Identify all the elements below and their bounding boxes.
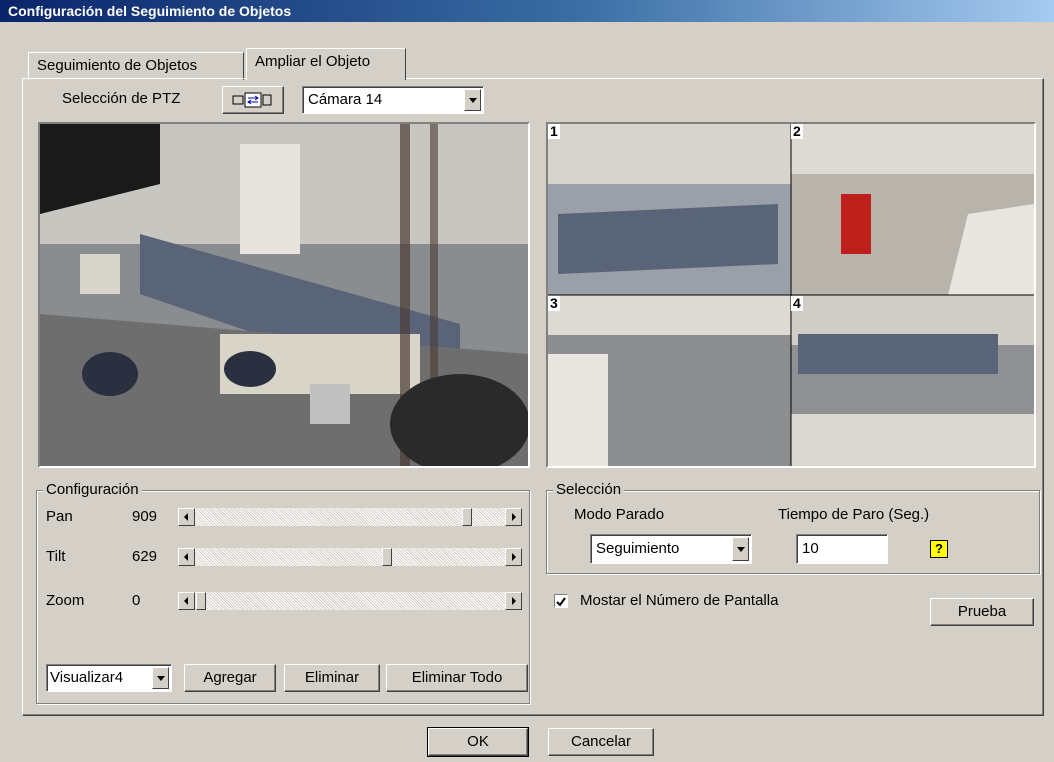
stop-time-label: Tiempo de Paro (Seg.): [778, 506, 930, 523]
quad-number-2: 2: [791, 123, 803, 139]
zoom-slider[interactable]: [178, 592, 522, 610]
ok-button[interactable]: OK: [427, 727, 529, 757]
stop-time-value[interactable]: 10: [802, 535, 819, 563]
stop-time-input[interactable]: 10: [796, 534, 888, 564]
configuration-legend: Configuración: [43, 481, 142, 498]
office-camera-image: [40, 124, 528, 466]
ptz-label: Selección de PTZ: [62, 90, 181, 107]
quad-number-4: 4: [791, 295, 803, 311]
delete-all-button[interactable]: Eliminar Todo: [386, 664, 528, 692]
selection-legend: Selección: [553, 481, 625, 498]
scroll-right-icon[interactable]: [505, 508, 522, 526]
tilt-label: Tilt: [46, 548, 66, 565]
scroll-left-icon[interactable]: [178, 548, 195, 566]
chevron-down-icon[interactable]: [152, 667, 169, 689]
zoom-value: 0: [132, 592, 141, 609]
stop-mode-select[interactable]: Seguimiento: [590, 534, 752, 564]
ptz-button[interactable]: [222, 86, 284, 114]
scroll-left-icon[interactable]: [178, 508, 195, 526]
scroll-right-icon[interactable]: [505, 592, 522, 610]
scroll-right-icon[interactable]: [505, 548, 522, 566]
view-select-value: Visualizar4: [50, 669, 124, 686]
quad-number-3: 3: [548, 295, 560, 311]
tilt-slider[interactable]: [178, 548, 522, 566]
ptz-icon: [232, 92, 272, 108]
pan-slider-thumb[interactable]: [462, 508, 472, 526]
quad-camera-image: [548, 124, 1034, 466]
checkmark-icon: [556, 597, 566, 607]
camera-select[interactable]: Cámara 14: [302, 86, 484, 114]
chevron-down-icon[interactable]: [732, 537, 749, 561]
zoom-slider-thumb[interactable]: [196, 592, 206, 610]
quad-camera-view: 1 2 3 4: [546, 122, 1036, 468]
help-icon[interactable]: ?: [930, 540, 948, 558]
pan-slider[interactable]: [178, 508, 522, 526]
pan-value: 909: [132, 508, 158, 525]
tab-zoom-object[interactable]: Ampliar el Objeto: [246, 48, 406, 80]
show-number-checkbox[interactable]: [554, 594, 568, 608]
test-button[interactable]: Prueba: [930, 598, 1034, 626]
window-title: Configuración del Seguimiento de Objetos: [0, 0, 1054, 22]
show-number-label: Mostar el Número de Pantalla: [580, 592, 779, 609]
view-select[interactable]: Visualizar4: [46, 664, 172, 692]
add-button[interactable]: Agregar: [184, 664, 276, 692]
scroll-left-icon[interactable]: [178, 592, 195, 610]
stop-mode-label: Modo Parado: [574, 506, 665, 523]
camera-select-value: Cámara 14: [308, 91, 383, 108]
quad-number-1: 1: [548, 123, 560, 139]
tilt-value: 629: [132, 548, 158, 565]
stop-mode-value: Seguimiento: [596, 540, 680, 557]
zoom-label: Zoom: [46, 592, 85, 609]
main-camera-view: [38, 122, 530, 468]
pan-label: Pan: [46, 508, 73, 525]
tilt-slider-thumb[interactable]: [382, 548, 392, 566]
tab-object-tracking[interactable]: Seguimiento de Objetos: [28, 52, 244, 80]
cancel-button[interactable]: Cancelar: [548, 728, 654, 756]
chevron-down-icon[interactable]: [464, 89, 481, 111]
delete-button[interactable]: Eliminar: [284, 664, 380, 692]
